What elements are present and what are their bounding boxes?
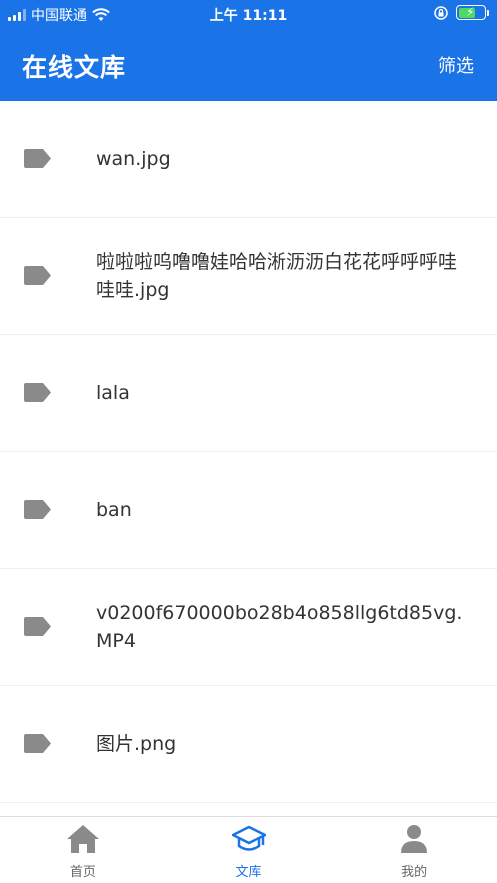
user-icon	[401, 825, 428, 853]
tag-icon	[24, 500, 51, 519]
list-item[interactable]: wan.jpg	[0, 101, 497, 218]
tab-bar: 首页 文库 我的	[0, 816, 497, 883]
list-item[interactable]: v0200f670000bo28b4o858llg6td85vg.MP4	[0, 569, 497, 686]
filter-button[interactable]: 筛选	[438, 52, 474, 78]
status-right: ⚡	[434, 5, 489, 20]
home-icon	[66, 825, 99, 853]
tab-home[interactable]: 首页	[0, 817, 166, 883]
battery-icon: ⚡	[456, 5, 489, 20]
file-name: v0200f670000bo28b4o858llg6td85vg.MP4	[96, 602, 463, 652]
file-name: lala	[96, 382, 130, 404]
tab-library[interactable]: 文库	[166, 817, 332, 883]
app-header: 中国联通 上午 11:11 ⚡ 在线文库 筛选	[0, 0, 497, 101]
tag-icon	[24, 266, 51, 285]
list-item-partial[interactable]	[0, 803, 497, 816]
list-item[interactable]: 啦啦啦呜噜噜娃哈哈淅沥沥白花花呼呼呼哇哇哇.jpg	[0, 218, 497, 335]
tab-home-label: 首页	[69, 865, 96, 880]
tab-mine[interactable]: 我的	[331, 817, 497, 883]
file-list: wan.jpg 啦啦啦呜噜噜娃哈哈淅沥沥白花花呼呼呼哇哇哇.jpg lala b…	[0, 101, 497, 816]
file-name: 啦啦啦呜噜噜娃哈哈淅沥沥白花花呼呼呼哇哇哇.jpg	[96, 251, 458, 301]
file-name: wan.jpg	[96, 148, 171, 170]
status-time: 上午 11:11	[209, 8, 288, 24]
tag-icon	[24, 383, 51, 402]
list-item[interactable]: lala	[0, 335, 497, 452]
tag-icon	[24, 734, 51, 753]
tab-library-label: 文库	[235, 865, 262, 880]
tag-icon	[24, 149, 51, 168]
graduation-cap-icon	[231, 825, 266, 851]
file-name: 图片.png	[96, 733, 177, 755]
tag-icon	[24, 617, 51, 636]
list-item[interactable]: 图片.png	[0, 686, 497, 803]
file-name: ban	[96, 499, 132, 521]
page-title: 在线文库	[22, 53, 127, 82]
status-bar: 中国联通 上午 11:11 ⚡	[0, 0, 497, 28]
tab-mine-label: 我的	[401, 865, 428, 880]
list-item[interactable]: ban	[0, 452, 497, 569]
orientation-lock-icon	[434, 5, 448, 20]
